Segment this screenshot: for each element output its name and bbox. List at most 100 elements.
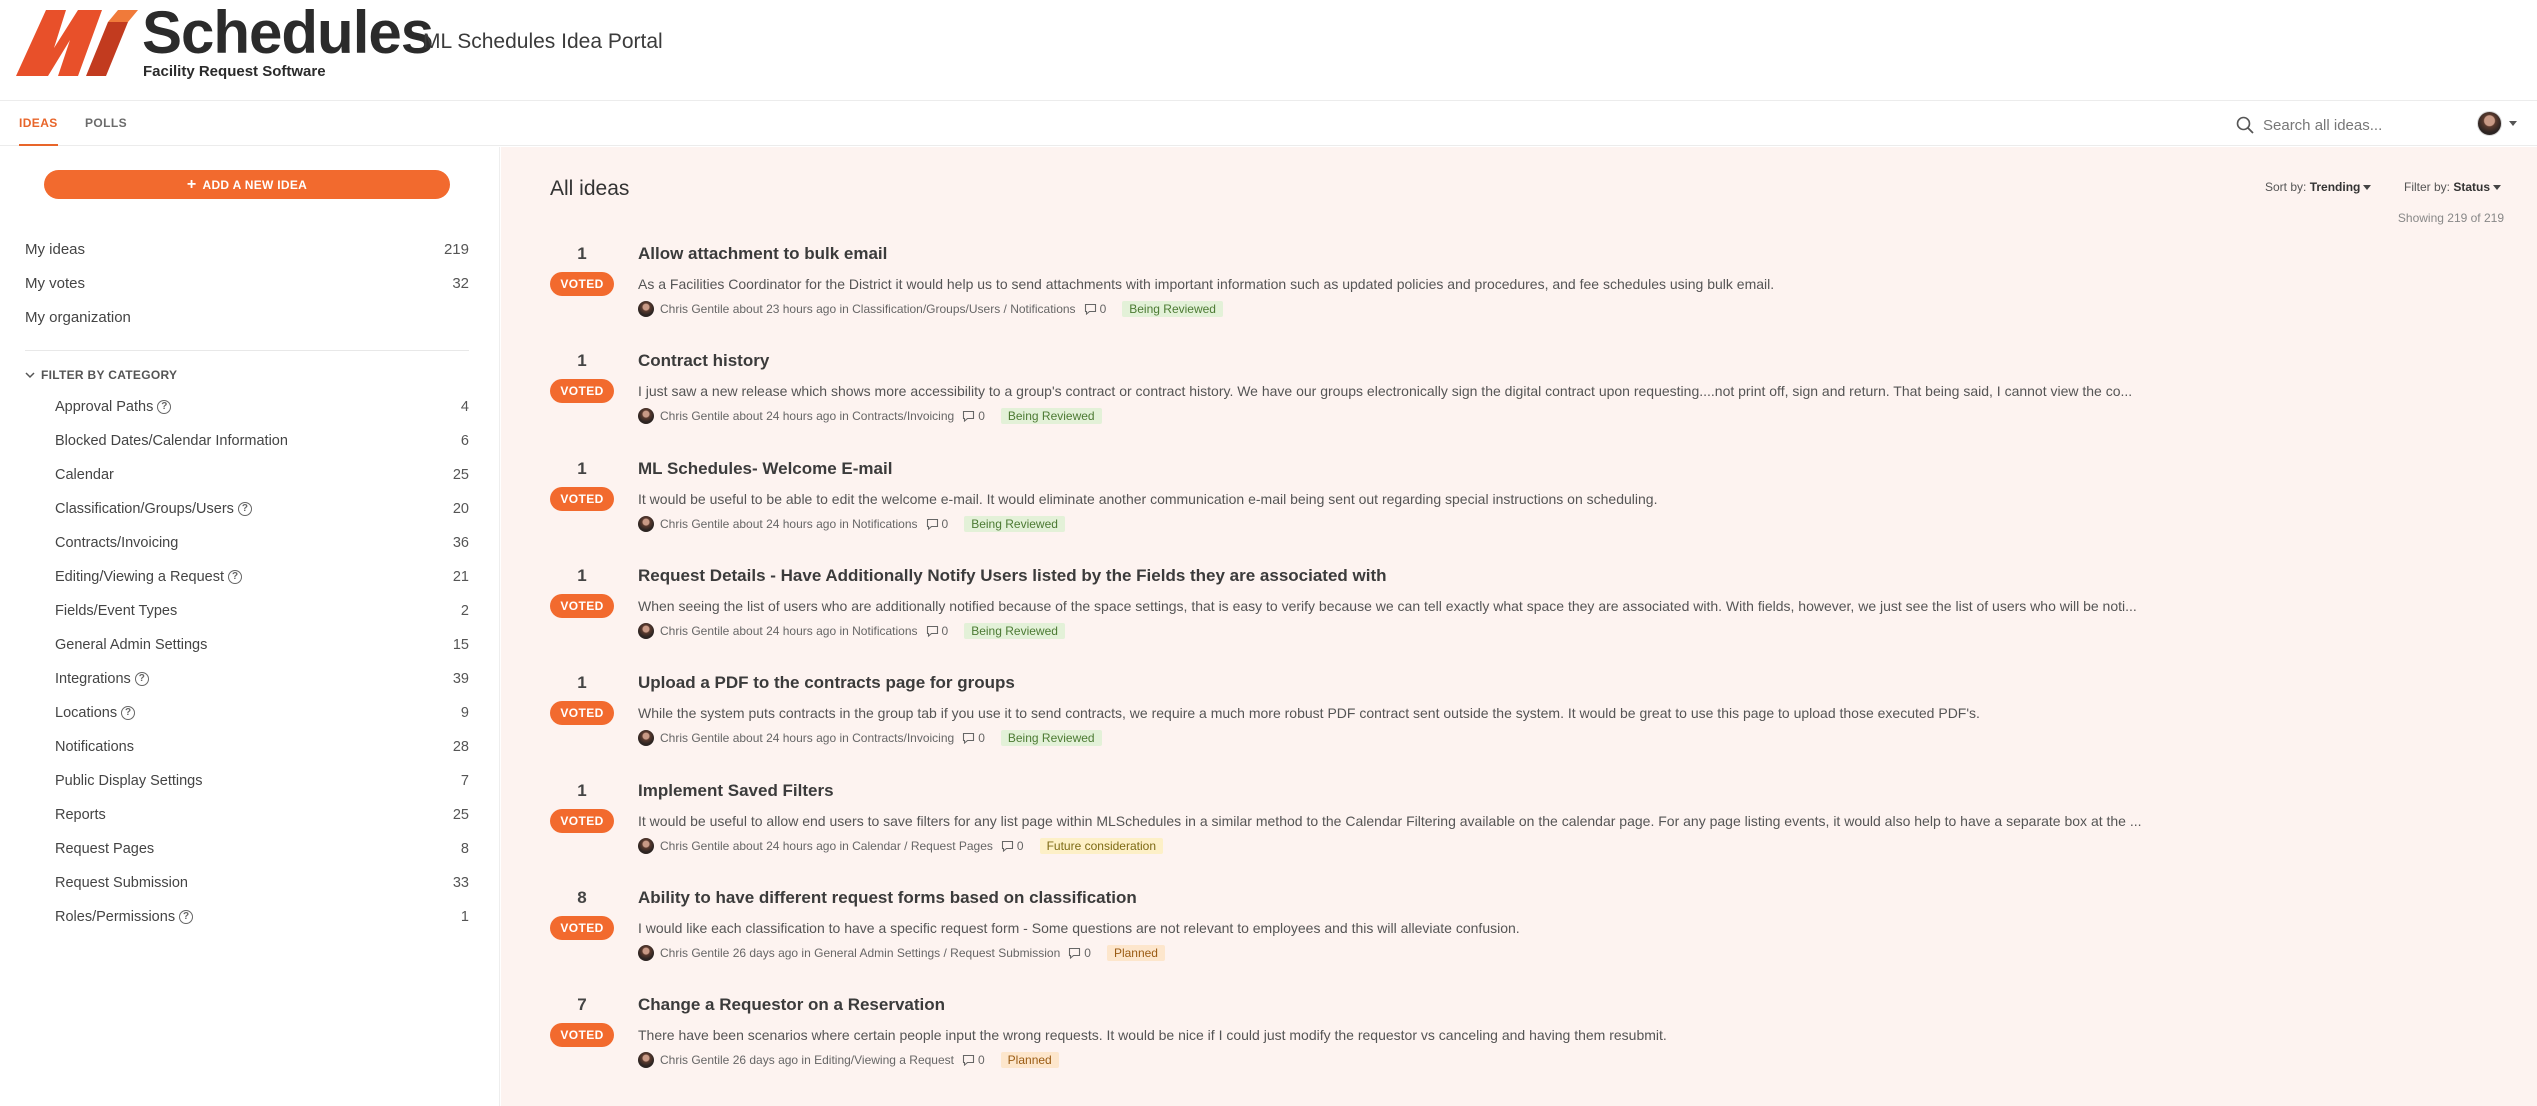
idea-author[interactable]: Chris Gentile bbox=[660, 1053, 729, 1067]
comments-link[interactable]: 0 bbox=[962, 731, 985, 745]
idea-title-link[interactable]: Upload a PDF to the contracts page for g… bbox=[638, 673, 1015, 693]
comment-icon bbox=[926, 518, 938, 530]
comments-link[interactable]: 0 bbox=[926, 517, 948, 531]
idea-author[interactable]: Chris Gentile bbox=[660, 624, 729, 638]
comments-link[interactable]: 0 bbox=[1068, 946, 1091, 960]
idea-category-link[interactable]: General Admin Settings / Request Submiss… bbox=[814, 946, 1060, 960]
help-icon[interactable]: ? bbox=[134, 672, 149, 686]
idea-author[interactable]: Chris Gentile bbox=[660, 409, 729, 423]
author-avatar bbox=[638, 837, 654, 854]
sidebar-category-item[interactable]: Notifications 28 bbox=[55, 739, 469, 761]
idea-category-link[interactable]: Contracts/Invoicing bbox=[852, 409, 954, 423]
category-label-wrap: Blocked Dates/Calendar Information bbox=[55, 433, 288, 449]
comments-link[interactable]: 0 bbox=[1001, 839, 1024, 853]
help-icon[interactable]: ? bbox=[121, 706, 136, 720]
comment-count: 0 bbox=[977, 1053, 985, 1068]
logo[interactable]: Schedules Facility Request Software bbox=[16, 1, 434, 80]
voted-button[interactable]: VOTED bbox=[550, 701, 614, 726]
idea-category-link[interactable]: Contracts/Invoicing bbox=[852, 731, 954, 745]
add-idea-button[interactable]: + ADD A NEW IDEA bbox=[44, 170, 450, 199]
sidebar-category-item[interactable]: Reports 25 bbox=[55, 807, 469, 829]
sidebar-category-item[interactable]: Approval Paths? 4 bbox=[55, 399, 469, 421]
voted-button[interactable]: VOTED bbox=[550, 379, 614, 404]
idea-item: 1 VOTED Allow attachment to bulk email As a… bbox=[550, 240, 2510, 340]
comment-icon bbox=[1084, 303, 1096, 315]
chevron-down-icon bbox=[2493, 185, 2502, 190]
idea-category-link[interactable]: Notifications bbox=[852, 624, 917, 638]
filter-value: Status bbox=[2453, 180, 2491, 194]
voted-button[interactable]: VOTED bbox=[550, 915, 614, 940]
help-icon[interactable]: ? bbox=[228, 570, 243, 584]
sidebar-category-item[interactable]: Editing/Viewing a Request? 21 bbox=[55, 569, 469, 591]
sidebar-category-item[interactable]: Calendar 25 bbox=[55, 467, 469, 489]
tab-ideas[interactable]: IDEAS bbox=[19, 101, 58, 146]
idea-author[interactable]: Chris Gentile bbox=[660, 517, 729, 531]
category-label: Fields/Event Types bbox=[55, 603, 178, 619]
category-count: 28 bbox=[452, 739, 469, 755]
sidebar-category-item[interactable]: Request Submission 33 bbox=[55, 875, 469, 897]
sidebar-category-item[interactable]: Request Pages 8 bbox=[55, 841, 469, 863]
tab-polls[interactable]: POLLS bbox=[85, 101, 127, 146]
sort-dropdown[interactable]: Sort by: Trending bbox=[2265, 180, 2372, 194]
sidebar-item-my-votes[interactable]: My votes 32 bbox=[25, 275, 469, 297]
sidebar-category-item[interactable]: Classification/Groups/Users? 20 bbox=[55, 501, 469, 523]
voted-button[interactable]: VOTED bbox=[550, 1023, 614, 1048]
comment-count: 0 bbox=[978, 731, 985, 746]
sidebar-item-my-ideas[interactable]: My ideas 219 bbox=[25, 241, 469, 263]
idea-item: 1 VOTED ML Schedules- Welcome E-mail It wou… bbox=[550, 455, 2510, 555]
idea-title-link[interactable]: Request Details - Have Additionally Noti… bbox=[638, 566, 1387, 586]
status-badge: Being Reviewed bbox=[964, 622, 1065, 639]
sidebar-category-item[interactable]: General Admin Settings 15 bbox=[55, 637, 469, 659]
sidebar-category-item[interactable]: Locations? 9 bbox=[55, 705, 469, 727]
comments-link[interactable]: 0 bbox=[1084, 302, 1106, 316]
sidebar-category-item[interactable]: Contracts/Invoicing 36 bbox=[55, 535, 469, 557]
voted-button[interactable]: VOTED bbox=[550, 808, 614, 833]
comments-link[interactable]: 0 bbox=[962, 409, 985, 423]
help-icon[interactable]: ? bbox=[157, 400, 172, 414]
category-count: 2 bbox=[460, 603, 469, 619]
idea-title-link[interactable]: ML Schedules- Welcome E-mail bbox=[638, 459, 892, 479]
avatar[interactable] bbox=[2477, 111, 2502, 136]
sidebar-category-item[interactable]: Blocked Dates/Calendar Information 6 bbox=[55, 433, 469, 455]
idea-category-link[interactable]: Classification/Groups/Users / Notificati… bbox=[852, 302, 1075, 316]
comments-link[interactable]: 0 bbox=[962, 1053, 985, 1067]
help-icon[interactable]: ? bbox=[237, 502, 252, 516]
idea-title-link[interactable]: Contract history bbox=[638, 351, 769, 371]
help-icon[interactable]: ? bbox=[179, 910, 194, 924]
idea-meta: Chris Gentile about 24 hours ago in Cont… bbox=[638, 407, 1102, 425]
sidebar-category-item[interactable]: Public Display Settings 7 bbox=[55, 773, 469, 795]
filter-by-category-toggle[interactable]: FILTER BY CATEGORY bbox=[25, 366, 177, 384]
sidebar-divider bbox=[25, 350, 469, 351]
idea-title-link[interactable]: Change a Requestor on a Reservation bbox=[638, 995, 945, 1015]
sidebar-category-item[interactable]: Fields/Event Types 2 bbox=[55, 603, 469, 625]
category-count: 6 bbox=[460, 433, 469, 449]
idea-author[interactable]: Chris Gentile bbox=[660, 302, 729, 316]
category-label: Contracts/Invoicing bbox=[55, 535, 179, 551]
idea-title-link[interactable]: Allow attachment to bulk email bbox=[638, 244, 887, 264]
idea-author[interactable]: Chris Gentile bbox=[660, 731, 729, 745]
comments-link[interactable]: 0 bbox=[926, 624, 948, 638]
filter-dropdown[interactable]: Filter by: Status bbox=[2404, 180, 2502, 194]
idea-category-link[interactable]: Editing/Viewing a Request bbox=[814, 1053, 954, 1067]
sidebar-category-item[interactable]: Roles/Permissions? 1 bbox=[55, 909, 469, 931]
idea-description: As a Facilities Coordinator for the Dist… bbox=[638, 276, 1775, 292]
idea-item: 1 VOTED Request Details - Have Additionall… bbox=[550, 562, 2510, 662]
voted-button[interactable]: VOTED bbox=[550, 593, 614, 618]
category-label: Classification/Groups/Users bbox=[55, 501, 234, 517]
idea-title-link[interactable]: Implement Saved Filters bbox=[638, 781, 834, 801]
idea-category-link[interactable]: Notifications bbox=[852, 517, 917, 531]
user-menu[interactable] bbox=[2477, 111, 2521, 137]
author-avatar bbox=[638, 730, 654, 747]
category-count: 20 bbox=[452, 501, 469, 517]
search-input[interactable] bbox=[2263, 114, 2463, 136]
top-nav: IDEAS POLLS bbox=[0, 100, 2537, 146]
idea-author[interactable]: Chris Gentile bbox=[660, 946, 729, 960]
idea-author[interactable]: Chris Gentile bbox=[660, 839, 729, 853]
category-label-wrap: Notifications bbox=[55, 739, 134, 755]
voted-button[interactable]: VOTED bbox=[550, 272, 614, 296]
idea-category-link[interactable]: Calendar / Request Pages bbox=[852, 839, 993, 853]
voted-button[interactable]: VOTED bbox=[550, 486, 614, 511]
sidebar-category-item[interactable]: Integrations? 39 bbox=[55, 671, 469, 693]
sidebar-item-my-organization[interactable]: My organization bbox=[25, 309, 469, 331]
idea-title-link[interactable]: Ability to have different request forms … bbox=[638, 888, 1137, 908]
